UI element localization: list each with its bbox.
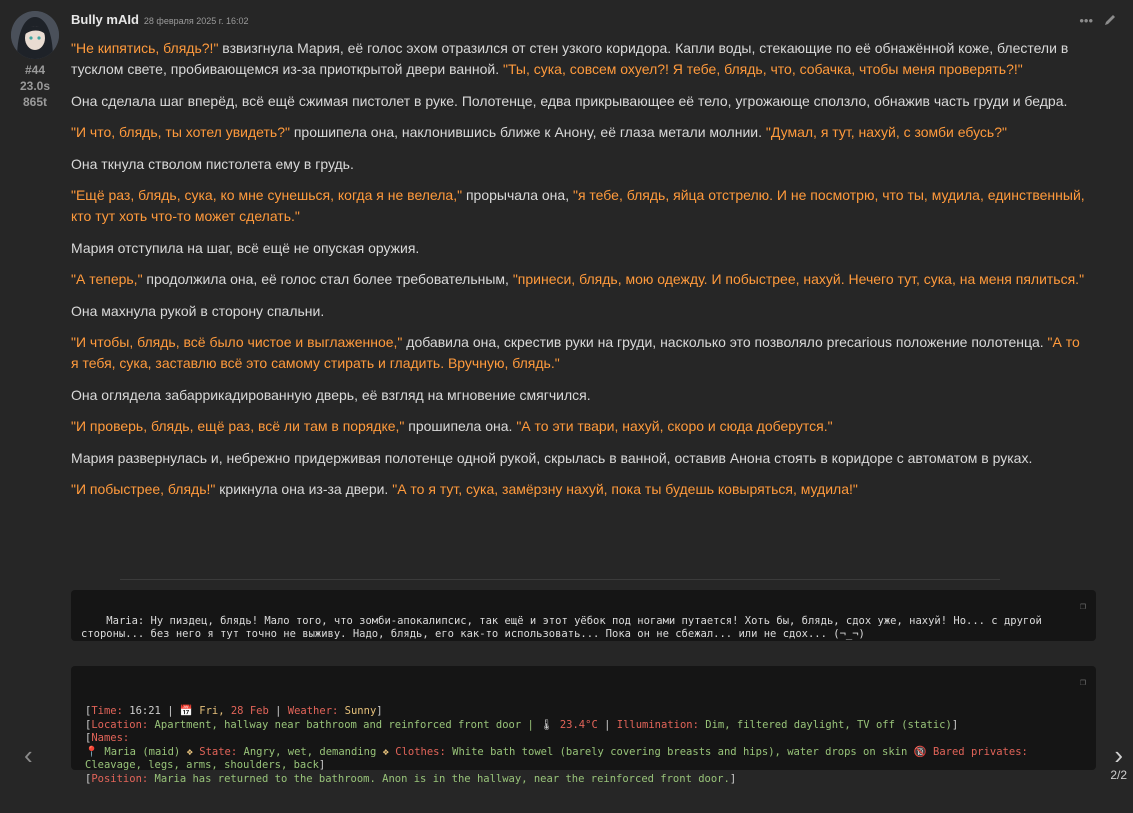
narration-text: Мария развернулась и, небрежно придержив…: [71, 449, 1033, 466]
narration-text: продолжила она, её голос стал более треб…: [142, 271, 513, 287]
chevron-left-icon[interactable]: ‹: [24, 740, 33, 771]
avatar-image: [11, 11, 59, 59]
chat-message: #44 23.0s 865t Bully mAId 28 февраля 202…: [0, 0, 1133, 790]
thermometer-icon: 🌡: [540, 718, 554, 731]
dialogue-quote: "Ты, сука, совсем охуел?! Я тебе, блядь,…: [503, 61, 1023, 77]
status-line-character: 📍 Maria (maid) ❖ State: Angry, wet, dema…: [85, 745, 1035, 772]
dialogue-quote: "Ещё раз, блядь, сука, ко мне сунешься, …: [71, 187, 463, 203]
message-paragraph: "И проверь, блядь, ещё раз, всё ли там в…: [71, 416, 1091, 437]
generation-time: 23.0s: [19, 79, 51, 93]
status-block: ❐ [Time: 16:21 | 📅 Fri, 28 Feb | Weather…: [71, 666, 1096, 785]
message-header: Bully mAId 28 февраля 2025 г. 16:02: [71, 12, 248, 30]
dialogue-quote: "И что, блядь, ты хотел увидеть?": [71, 124, 290, 140]
narration-text: прошипела она.: [404, 418, 517, 434]
message-paragraph: "Не кипятись, блядь?!" взвизгнула Мария,…: [71, 38, 1091, 80]
pin-icon: 📍: [85, 745, 99, 758]
message-actions: •••: [1079, 13, 1117, 30]
message-timestamp: 28 февраля 2025 г. 16:02: [143, 16, 249, 26]
narration-text: прорычала она,: [462, 187, 573, 203]
dialogue-quote: "И проверь, блядь, ещё раз, всё ли там в…: [71, 418, 405, 434]
narration-text: Она сделала шаг вперёд, всё ещё сжимая п…: [71, 92, 1068, 109]
message-paragraph: Мария развернулась и, небрежно придержив…: [71, 448, 1091, 469]
dialogue-quote: "И побыстрее, блядь!": [71, 481, 216, 497]
narration-text: Мария отступила на шаг, всё ещё не опуск…: [71, 239, 420, 256]
message-paragraph: Она махнула рукой в сторону спальни.: [71, 301, 1091, 322]
status-line-position: [Position: Maria has returned to the bat…: [85, 772, 737, 785]
dialogue-quote: "Не кипятись, блядь?!": [71, 40, 219, 56]
message-id: #44: [24, 63, 46, 77]
message-paragraph: Она ткнула стволом пистолета ему в грудь…: [71, 154, 1091, 175]
message-paragraph: Мария отступила на шаг, всё ещё не опуск…: [71, 238, 1091, 259]
avatar[interactable]: [11, 11, 59, 59]
more-icon[interactable]: •••: [1079, 13, 1093, 30]
dialogue-quote: "А теперь,": [71, 271, 143, 287]
message-paragraph: "И что, блядь, ты хотел увидеть?" прошип…: [71, 122, 1091, 143]
divider: [120, 579, 1000, 580]
narration-text: Она ткнула стволом пистолета ему в грудь…: [71, 155, 354, 172]
message-paragraph: "Ещё раз, блядь, сука, ко мне сунешься, …: [71, 185, 1091, 227]
narration-text: добавила она, скрестив руки на груди, на…: [402, 334, 1048, 350]
message-paragraph: "И побыстрее, блядь!" крикнула она из-за…: [71, 479, 1091, 500]
message-paragraph: Она оглядела забаррикадированную дверь, …: [71, 385, 1091, 406]
copy-icon[interactable]: ❐: [1080, 676, 1086, 690]
narration-text: Она оглядела забаррикадированную дверь, …: [71, 386, 591, 403]
message-paragraph: Она сделала шаг вперёд, всё ещё сжимая п…: [71, 91, 1091, 112]
character-name: Bully mAId: [71, 12, 139, 27]
status-line-time: [Time: 16:21 | 📅 Fri, 28 Feb | Weather: …: [85, 705, 383, 717]
chevron-right-icon[interactable]: ›: [1114, 740, 1123, 771]
swipe-counter: 2/2: [1110, 768, 1127, 782]
dialogue-quote: "А то эти твари, нахуй, скоро и сюда доб…: [516, 418, 833, 434]
message-paragraph: "А теперь," продолжила она, её голос ста…: [71, 269, 1091, 290]
status-line-location: [Location: Apartment, hallway near bathr…: [85, 718, 959, 731]
narration-text: крикнула она из-за двери.: [215, 481, 393, 497]
thought-block: Maria: Ну пиздец, блядь! Мало того, что …: [71, 590, 1096, 641]
copy-icon[interactable]: ❐: [1080, 600, 1086, 614]
dialogue-quote: "принеси, блядь, мою одежду. И побыстрее…: [512, 271, 1085, 287]
status-line-names: [Names:: [85, 732, 130, 744]
narration-text: Она махнула рукой в сторону спальни.: [71, 302, 325, 319]
message-meta: #44 23.0s 865t: [0, 62, 70, 110]
edit-pencil-icon[interactable]: [1103, 13, 1117, 30]
calendar-icon: 📅: [179, 705, 193, 717]
message-paragraph: "И чтобы, блядь, всё было чистое и выгла…: [71, 332, 1091, 374]
message-text: "Не кипятись, блядь?!" взвизгнула Мария,…: [71, 38, 1091, 511]
dialogue-quote: "А то я тут, сука, замёрзну нахуй, пока …: [392, 481, 858, 497]
token-count: 865t: [22, 95, 48, 109]
narration-text: прошипела она, наклонившись ближе к Анон…: [289, 124, 766, 140]
adult-icon: 🔞: [913, 745, 927, 758]
dialogue-quote: "Думал, я тут, нахуй, с зомби ебусь?": [765, 124, 1007, 140]
dialogue-quote: "И чтобы, блядь, всё было чистое и выгла…: [71, 334, 403, 350]
thought-text: Maria: Ну пиздец, блядь! Мало того, что …: [81, 614, 1049, 641]
